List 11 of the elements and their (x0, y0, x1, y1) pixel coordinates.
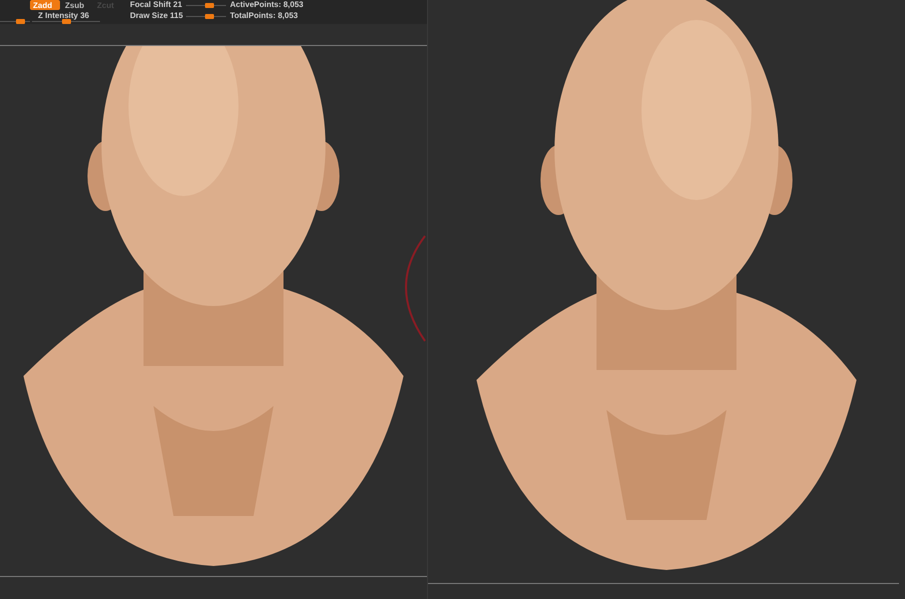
tool-button[interactable]: Zsub (62, 0, 92, 10)
stat-text: TotalPoints: 8,053 (230, 11, 298, 21)
slider-thumb[interactable] (62, 19, 70, 24)
slider-label: Focal Shift 21 (130, 0, 182, 10)
slider-label: Draw Size 115 (130, 11, 183, 21)
stat-text: ActivePoints: 8,053 (230, 0, 304, 10)
tool-button[interactable]: Zadd (30, 0, 60, 10)
slider-thumb[interactable] (204, 14, 214, 19)
slider-label: Z Intensity 36 (38, 11, 90, 21)
slider-thumb[interactable] (204, 3, 214, 8)
slider-thumb[interactable] (16, 19, 25, 24)
